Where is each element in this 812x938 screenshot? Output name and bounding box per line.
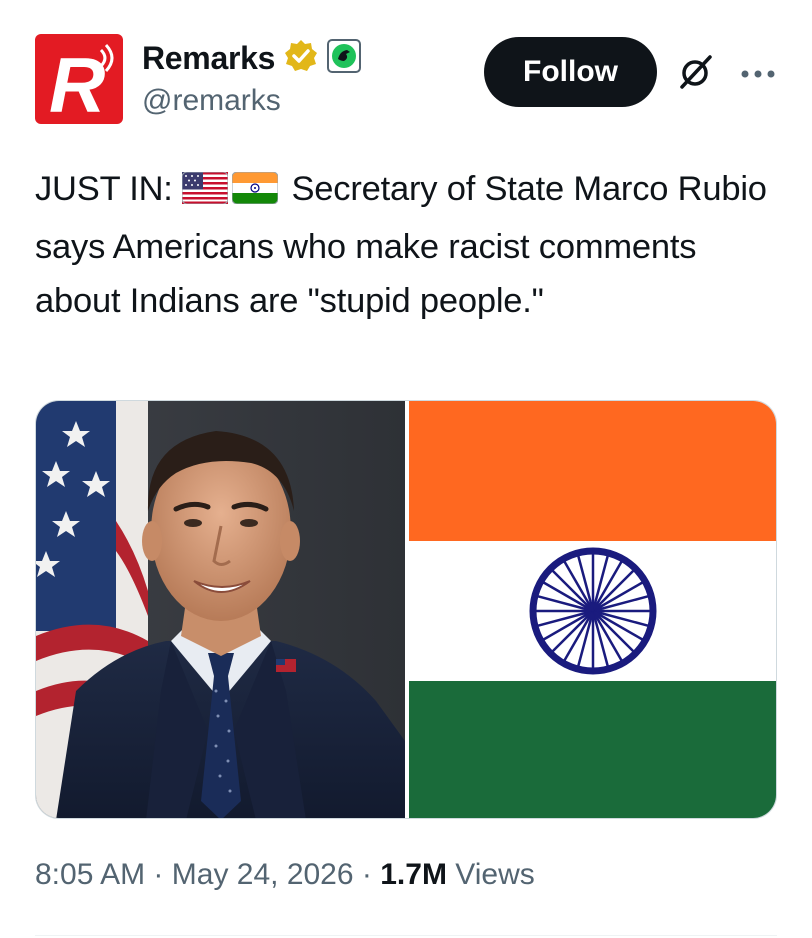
ashoka-chakra-icon xyxy=(529,547,657,675)
follow-button[interactable]: Follow xyxy=(484,37,657,107)
more-dots-icon[interactable] xyxy=(740,66,776,84)
tweet-prefix: JUST IN: xyxy=(35,170,173,208)
author-handle[interactable]: @remarks xyxy=(142,84,281,118)
portrait-photo[interactable] xyxy=(36,401,405,818)
tweet-date[interactable]: May 24, 2026 xyxy=(172,858,354,891)
display-name[interactable]: Remarks xyxy=(142,40,275,77)
media-container[interactable] xyxy=(35,400,777,819)
verified-badge-icon[interactable] xyxy=(283,38,319,79)
divider xyxy=(35,935,777,936)
meta-separator: · xyxy=(361,858,372,891)
us-flag-icon xyxy=(181,166,229,220)
views-label: Views xyxy=(455,858,535,891)
author-name-row: Remarks xyxy=(142,38,362,79)
meta-separator: · xyxy=(153,858,164,891)
india-flag-image[interactable] xyxy=(409,401,776,818)
avatar[interactable]: R xyxy=(35,34,123,124)
avatar-letter: R xyxy=(49,41,105,124)
views-count: 1.7M xyxy=(380,858,447,891)
affiliate-badge-icon[interactable] xyxy=(327,38,362,78)
tweet-meta: 8:05 AM · May 24, 2026 · 1.7M Views xyxy=(35,858,535,892)
grok-slash-icon[interactable] xyxy=(676,52,716,97)
remarks-logo-icon: R xyxy=(35,34,123,124)
tweet-text: JUST IN: Secretary of State Marco Rubio … xyxy=(35,162,780,328)
india-flag-icon xyxy=(231,166,279,220)
tweet-time[interactable]: 8:05 AM xyxy=(35,858,145,891)
